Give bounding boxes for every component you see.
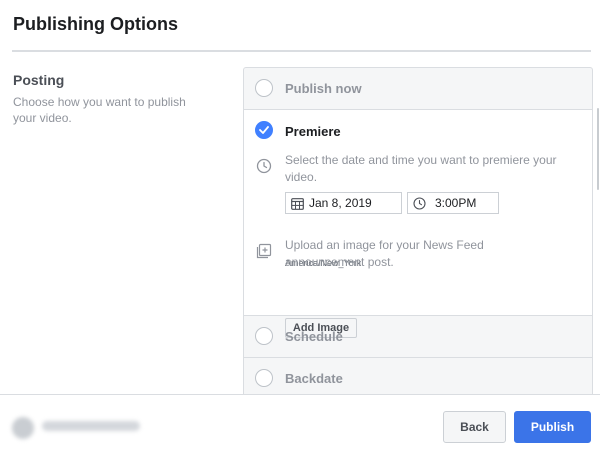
premiere-radio[interactable]: [255, 121, 273, 139]
scrollbar[interactable]: [597, 108, 599, 190]
option-backdate[interactable]: Backdate: [244, 358, 592, 395]
dialog-footer: Back Publish: [0, 394, 600, 458]
time-clock-icon: [413, 196, 426, 210]
account-name-blurred: [42, 421, 140, 431]
premiere-time-field[interactable]: 3:00PM: [407, 192, 499, 214]
premiere-time-value: 3:00PM: [435, 196, 477, 210]
image-upload-help: Upload an image for your News Feed annou…: [285, 238, 484, 269]
add-image-icon: [256, 243, 272, 264]
schedule-label: Schedule: [285, 329, 343, 344]
option-premiere[interactable]: Premiere Select the date and time you wa…: [244, 110, 592, 338]
publish-button[interactable]: Publish: [514, 411, 591, 443]
check-icon: [259, 126, 269, 134]
backdate-label: Backdate: [285, 371, 343, 386]
premiere-date-field[interactable]: Jan 8, 2019: [285, 192, 402, 214]
back-button[interactable]: Back: [443, 411, 506, 443]
option-publish-now[interactable]: Publish now: [244, 68, 592, 110]
premiere-date-value: Jan 8, 2019: [309, 196, 372, 210]
publish-now-radio[interactable]: [255, 79, 273, 97]
avatar: [12, 417, 34, 439]
premiere-datetime-help: Select the date and time you want to pre…: [285, 153, 557, 184]
schedule-radio[interactable]: [255, 327, 273, 345]
clock-icon: [256, 158, 272, 179]
page-title: Publishing Options: [13, 14, 178, 34]
calendar-icon: [291, 197, 304, 210]
publish-now-label: Publish now: [285, 81, 362, 96]
options-scroll-area[interactable]: Publish now Premiere Select the date and…: [0, 52, 600, 395]
backdate-radio[interactable]: [255, 369, 273, 387]
option-schedule[interactable]: Schedule: [244, 316, 592, 358]
publishing-options-list: Publish now Premiere Select the date and…: [243, 67, 593, 395]
premiere-label: Premiere: [285, 124, 341, 139]
